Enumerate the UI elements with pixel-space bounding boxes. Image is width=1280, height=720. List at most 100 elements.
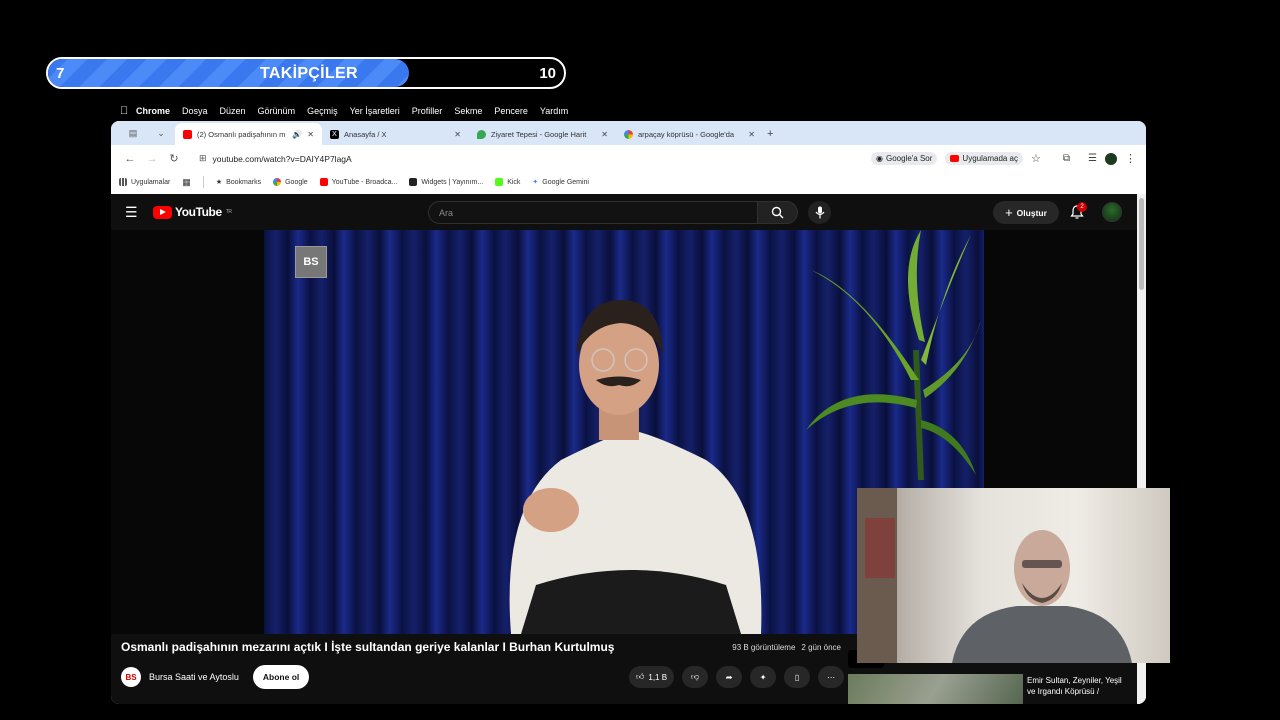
google-lens-icon: ◉ [875,154,883,163]
tab-title: arpaçay köprüsü - Google'da [638,129,735,139]
address-bar[interactable]: ⊞ youtube.com/watch?v=DAIY4P7lagA [191,149,831,169]
extensions-icon[interactable]: ⧉ [1063,153,1070,164]
bookmark-bookmarks[interactable]: ★ Bookmarks [215,178,262,187]
save-button[interactable]: ▯ [784,666,811,688]
menu-yardim[interactable]: Yardım [540,106,568,116]
bookmark-divider [202,176,204,188]
channel-avatar[interactable]: BS [121,667,141,687]
maps-icon [477,129,486,139]
ask-google-chip[interactable]: ◉ Google'a Sor [870,152,938,165]
new-tab-icon[interactable]: + [767,128,773,140]
like-count: 1,1 B [648,672,668,682]
tab-x[interactable]: X Anasayfa / X ✕ [322,123,469,145]
gemini-icon: ✦ [532,179,539,186]
tab-strip: ▤ ⌄ (2) Osmanlı padişahının m 🔊 ✕ X Anas… [111,121,1146,145]
chrome-menu-icon[interactable]: ⋮ [1125,152,1136,165]
followers-progress-bar: 7 TAKİPÇİLER 10 [46,57,566,89]
bookmark-gemini[interactable]: ✦ Google Gemini [532,178,589,187]
menu-chrome[interactable]: Chrome [136,106,170,116]
kick-icon [495,178,504,186]
bookmark-youtube-broadcast[interactable]: YouTube - Broadca... [319,178,397,186]
menu-dosya[interactable]: Dosya [182,106,208,116]
voice-search-button[interactable] [808,201,831,224]
search-button[interactable] [758,201,798,224]
video-meta: 93 B görüntüleme 2 gün önce [732,643,841,652]
speaker-icon[interactable]: 🔊 [292,130,302,139]
close-tab-icon[interactable]: ✕ [601,130,608,139]
bookmark-google[interactable]: Google [273,178,308,186]
tab-search-icon[interactable]: ▤ [119,125,147,141]
view-count: 93 B görüntüleme [732,642,796,652]
share-button[interactable]: ➦ [716,666,743,688]
speaker-person-image [509,300,762,634]
open-in-app-chip[interactable]: Uygulamada aç [945,152,1024,165]
bookmark-widgets[interactable]: Widgets | Yayınım... [409,178,483,186]
tab-title: (2) Osmanlı padişahının m [197,129,286,139]
bookmark-label: Uygulamalar [131,178,171,186]
menu-gorunum[interactable]: Görünüm [258,106,296,116]
menu-gecmis[interactable]: Geçmiş [307,106,338,116]
hamburger-menu-icon[interactable]: ☰ [125,204,139,221]
subscribe-button[interactable]: Abone ol [252,665,310,689]
close-tab-icon[interactable]: ✕ [454,130,461,139]
back-icon[interactable]: ← [119,153,141,165]
menu-yer-isaretleri[interactable]: Yer İşaretleri [350,106,400,116]
bookmark-kick[interactable]: Kick [495,178,520,186]
open-in-app-label: Uygulamada aç [962,154,1019,163]
more-horizontal-icon: ⋯ [827,672,836,682]
star-icon: ★ [215,179,223,186]
google-icon [624,129,633,139]
youtube-icon [950,155,960,162]
create-button[interactable]: + Oluştur [993,201,1059,224]
url-text: youtube.com/watch?v=DAIY4P7lagA [212,153,352,164]
bookmark-star-icon[interactable]: ☆ [1031,152,1041,165]
notification-badge: 2 [1077,202,1087,212]
bookmark-label: Widgets | Yayınım... [421,178,484,186]
channel-watermark: BS [295,246,327,278]
menu-sekme[interactable]: Sekme [454,106,482,116]
related-video-thumbnail[interactable] [848,674,1023,704]
menu-profiller[interactable]: Profiller [412,106,443,116]
more-actions-button[interactable]: ⋯ [818,666,845,688]
youtube-play-icon [153,205,172,219]
tab-youtube[interactable]: (2) Osmanlı padişahının m 🔊 ✕ [175,123,322,145]
tab-maps[interactable]: Ziyaret Tepesi - Google Harit ✕ [469,123,616,145]
media-control-icon[interactable]: ☰ [1088,153,1097,164]
upload-age: 2 gün önce [801,642,841,652]
like-button[interactable]: 👍︎ 1,1 B [629,666,675,688]
tab-title: Ziyaret Tepesi - Google Harit [491,129,587,139]
followers-current: 7 [56,65,65,82]
close-tab-icon[interactable]: ✕ [307,130,314,139]
bookmark-label: Bookmarks [226,178,262,186]
apple-icon[interactable]:  [120,105,136,117]
grid-icon[interactable]: ▦ [182,177,191,188]
profile-avatar[interactable] [1105,152,1117,165]
menu-duzen[interactable]: Düzen [220,106,246,116]
site-settings-icon[interactable]: ⊞ [199,153,207,164]
widgets-icon [409,178,418,186]
channel-name[interactable]: Bursa Saati ve Aytoslu [149,672,239,682]
youtube-logo[interactable]: YouTube TR [153,205,232,219]
account-avatar[interactable] [1102,202,1122,222]
bookmark-apps[interactable]: Uygulamalar [119,178,170,186]
menu-pencere[interactable]: Pencere [494,106,528,116]
followers-title: TAKİPÇİLER [260,65,358,82]
search-input[interactable]: Ara [428,201,758,224]
reload-icon[interactable]: ↻ [163,152,185,165]
sparkle-icon: ✦ [759,672,767,682]
tab-google[interactable]: arpaçay köprüsü - Google'da ✕ [616,123,763,145]
video-actions: 👍︎ 1,1 B 👎︎ ➦ ✦ ▯ ⋯ [629,666,845,688]
youtube-icon [319,178,328,186]
tab-list-chevron-icon[interactable]: ⌄ [147,125,175,141]
microphone-icon [815,206,824,219]
x-icon: X [330,129,339,139]
ask-ai-button[interactable]: ✦ [750,666,777,688]
related-video-title[interactable]: Emir Sultan, Zeyniler, Yeşil ve Irgandı … [1027,675,1132,697]
webcam-person-image [857,488,1132,663]
plus-icon: + [1005,205,1013,220]
country-code: TR [225,209,232,215]
close-tab-icon[interactable]: ✕ [748,130,755,139]
scrollbar-thumb[interactable] [1139,198,1144,290]
dislike-button[interactable]: 👎︎ [682,666,709,688]
forward-icon[interactable]: → [141,153,163,165]
